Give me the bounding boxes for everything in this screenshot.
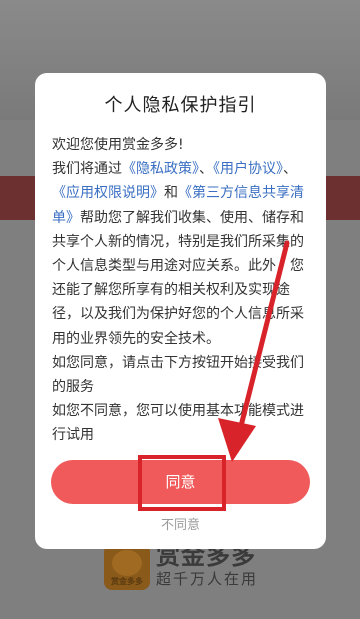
policy-text: 、 [283,161,297,178]
policy-text: 帮助您了解我们收集、使用、储存和共享个人新的情况，特别是我们所采集的个人信息类型… [52,209,304,347]
highlight-box [138,455,226,511]
policy-text: 和 [164,185,178,202]
app-slogan: 超千万人在用 [156,570,259,588]
policy-text: 我们将通过 [52,161,122,178]
policy-text: 、 [199,161,213,178]
policy-paragraph: 我们将通过《隐私政策》、《用户协议》、《应用权限说明》和《第三方信息共享清单》帮… [52,157,312,351]
app-logo-text: 赏金多多 [111,577,143,586]
app-permission-link[interactable]: 《应用权限说明》 [52,185,164,201]
basic-mode-text: 如您不同意，您可以使用基本功能模式进行试用 [52,403,304,444]
privacy-policy-link[interactable]: 《隐私政策》 [122,161,199,177]
dialog-body: 欢迎您使用赏金多多! 我们将通过《隐私政策》、《用户协议》、《应用权限说明》和《… [52,133,312,448]
coin-bag-icon [112,550,142,576]
background-banner-right [320,176,360,220]
background-banner-left [0,176,40,220]
background-brand: 赏金多多 赏金多多 超千万人在用 [104,542,304,612]
dialog-title: 个人隐私保护指引 [104,95,257,116]
user-agreement-link[interactable]: 《用户协议》 [213,161,283,177]
disagree-button[interactable]: 不同意 [35,514,326,533]
app-logo: 赏金多多 [104,544,150,590]
greeting-text: 欢迎您使用赏金多多! [52,137,184,153]
consent-text: 如您同意，请点击下方按钮开始接受我们的服务 [52,354,304,396]
